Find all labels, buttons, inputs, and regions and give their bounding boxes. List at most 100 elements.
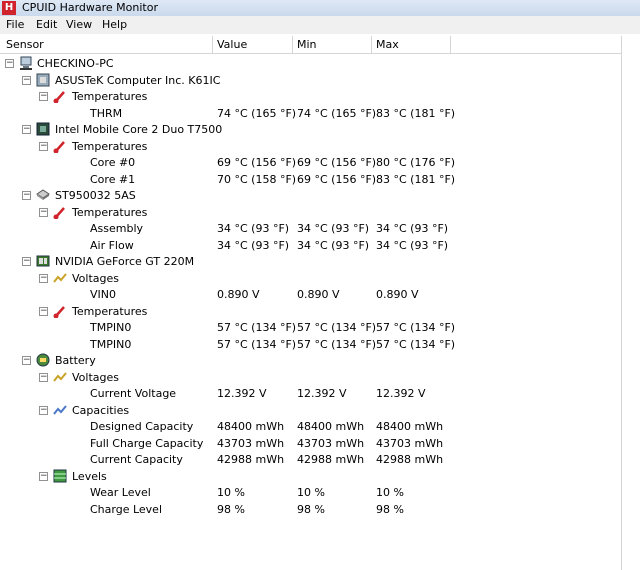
thermometer-icon: [53, 89, 67, 104]
sensor-row[interactable]: Current Capacity 42988 mWh 42988 mWh 42988 …: [0, 451, 621, 467]
menu-help[interactable]: Help: [102, 18, 127, 31]
group-row[interactable]: − Temperatures: [0, 88, 621, 104]
sensor-value: 57 °C (134 °F): [217, 321, 297, 334]
sensor-max: 48400 mWh: [376, 420, 444, 433]
sensor-name: Charge Level: [90, 502, 163, 516]
sensor-name: Assembly: [90, 222, 144, 235]
device-label: ASUSTeK Computer Inc. K61IC: [55, 73, 221, 87]
device-label: Battery: [55, 354, 96, 367]
sensor-min: 0.890 V: [297, 288, 340, 301]
sensor-min: 74 °C (165 °F): [297, 106, 377, 120]
device-row[interactable]: − Battery: [0, 352, 621, 368]
sensor-name: Current Voltage: [90, 387, 177, 400]
collapse-toggle[interactable]: −: [22, 356, 31, 365]
sensor-name: Wear Level: [90, 486, 151, 499]
group-row[interactable]: − Voltages: [0, 270, 621, 286]
sensor-max: 34 °C (93 °F): [376, 238, 449, 252]
sensor-max: 83 °C (181 °F): [376, 172, 456, 186]
thermometer-icon: [53, 139, 67, 153]
sensor-min: 98 %: [297, 502, 325, 516]
battery-icon: [36, 353, 50, 367]
column-separator[interactable]: [292, 36, 293, 53]
group-label: Temperatures: [72, 205, 148, 219]
sensor-row[interactable]: Core #0 69 °C (156 °F) 69 °C (156 °F) 80 °C…: [0, 154, 621, 170]
sensor-row[interactable]: VIN0 0.890 V 0.890 V 0.890 V: [0, 286, 621, 302]
group-row[interactable]: − Voltages: [0, 369, 621, 385]
collapse-toggle[interactable]: −: [5, 59, 14, 68]
sensor-min: 10 %: [297, 486, 325, 499]
column-value[interactable]: Value: [217, 38, 247, 51]
group-row[interactable]: − Temperatures: [0, 138, 621, 154]
collapse-toggle[interactable]: −: [39, 372, 48, 382]
group-label: Temperatures: [72, 304, 148, 318]
collapse-toggle[interactable]: −: [39, 471, 48, 481]
menu-bar: File Edit View Help: [0, 16, 640, 34]
group-label: Temperatures: [72, 90, 148, 103]
tree-root[interactable]: − CHECKINO-PC: [0, 55, 621, 71]
sensor-row[interactable]: Air Flow 34 °C (93 °F) 34 °C (93 °F) 34 °C …: [0, 237, 621, 253]
sensor-max: 34 °C (93 °F): [376, 222, 449, 235]
sensor-value: 74 °C (165 °F): [217, 106, 297, 120]
sensor-min: 42988 mWh: [297, 453, 365, 466]
column-separator[interactable]: [450, 36, 451, 53]
sensor-min: 34 °C (93 °F): [297, 238, 370, 252]
group-row[interactable]: − Levels: [0, 468, 621, 484]
group-label: Voltages: [72, 271, 119, 285]
sensor-min: 69 °C (156 °F): [297, 172, 377, 186]
sensor-value: 34 °C (93 °F): [217, 222, 290, 235]
group-row[interactable]: − Temperatures: [0, 303, 621, 319]
sensor-row[interactable]: Assembly 34 °C (93 °F) 34 °C (93 °F) 34 °C …: [0, 220, 621, 236]
collapse-toggle[interactable]: −: [39, 92, 48, 101]
group-label: Levels: [72, 469, 107, 483]
collapse-toggle[interactable]: −: [22, 125, 31, 134]
sensor-name: Core #1: [90, 172, 136, 186]
column-header: Sensor Value Min Max: [0, 36, 621, 54]
menu-edit[interactable]: Edit: [36, 18, 57, 31]
thermometer-icon: [53, 304, 67, 318]
column-sensor[interactable]: Sensor: [6, 38, 44, 51]
menu-view[interactable]: View: [66, 18, 92, 31]
column-max[interactable]: Max: [376, 38, 399, 51]
sensor-max: 80 °C (176 °F): [376, 156, 456, 169]
sensor-row[interactable]: Current Voltage 12.392 V 12.392 V 12.392 V: [0, 385, 621, 401]
collapse-toggle[interactable]: −: [22, 191, 31, 200]
sensor-min: 34 °C (93 °F): [297, 222, 370, 235]
device-row[interactable]: − ASUSTeK Computer Inc. K61IC: [0, 72, 621, 88]
collapse-toggle[interactable]: −: [39, 207, 48, 217]
sensor-max: 0.890 V: [376, 288, 419, 301]
group-row[interactable]: − Capacities: [0, 402, 621, 418]
sensor-row[interactable]: Full Charge Capacity 43703 mWh 43703 mWh 43…: [0, 435, 621, 451]
sensor-row[interactable]: Designed Capacity 48400 mWh 48400 mWh 48400…: [0, 418, 621, 434]
capacity-icon: [53, 403, 67, 417]
device-row[interactable]: − NVIDIA GeForce GT 220M: [0, 253, 621, 269]
device-row[interactable]: − Intel Mobile Core 2 Duo T7500: [0, 121, 621, 137]
sensor-name: Full Charge Capacity: [90, 436, 204, 450]
sensor-row[interactable]: THRM 74 °C (165 °F) 74 °C (165 °F) 83 °C (1…: [0, 105, 621, 121]
sensor-row[interactable]: Charge Level 98 % 98 % 98 %: [0, 501, 621, 517]
collapse-toggle[interactable]: −: [39, 273, 48, 283]
voltage-icon: [53, 271, 67, 285]
window-border: [621, 36, 622, 570]
sensor-row[interactable]: Wear Level 10 % 10 % 10 %: [0, 484, 621, 500]
sensor-row[interactable]: TMPIN0 57 °C (134 °F) 57 °C (134 °F) 57 °C …: [0, 336, 621, 352]
menu-file[interactable]: File: [6, 18, 24, 31]
collapse-toggle[interactable]: −: [39, 141, 48, 151]
sensor-max: 10 %: [376, 486, 404, 499]
collapse-toggle[interactable]: −: [22, 257, 31, 266]
sensor-row[interactable]: TMPIN0 57 °C (134 °F) 57 °C (134 °F) 57 °C …: [0, 319, 621, 335]
column-separator[interactable]: [212, 36, 213, 53]
group-label: Temperatures: [72, 139, 148, 153]
hard-drive-icon: [36, 188, 50, 202]
device-row[interactable]: − ST950032 5AS: [0, 187, 621, 203]
collapse-toggle[interactable]: −: [39, 306, 48, 316]
sensor-value: 48400 mWh: [217, 420, 285, 433]
column-separator[interactable]: [371, 36, 372, 53]
group-row[interactable]: − Temperatures: [0, 204, 621, 220]
sensor-value: 34 °C (93 °F): [217, 238, 290, 252]
thermometer-icon: [53, 205, 67, 219]
collapse-toggle[interactable]: −: [39, 405, 48, 415]
sensor-name: Core #0: [90, 156, 136, 169]
sensor-row[interactable]: Core #1 70 °C (158 °F) 69 °C (156 °F) 83 °C…: [0, 171, 621, 187]
collapse-toggle[interactable]: −: [22, 75, 31, 85]
column-min[interactable]: Min: [297, 38, 317, 51]
